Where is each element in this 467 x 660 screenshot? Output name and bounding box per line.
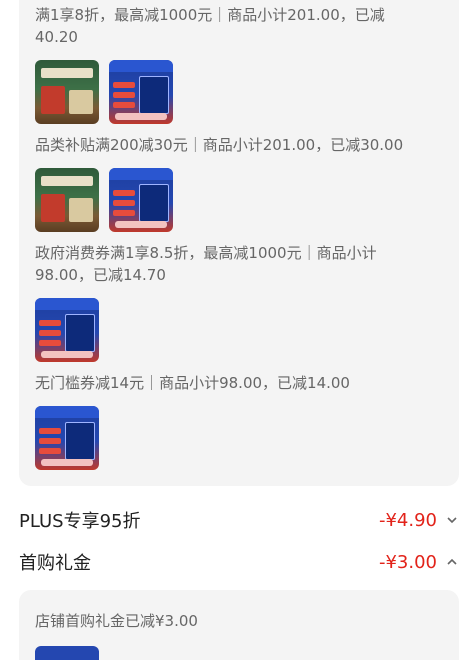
product-thumbnail-book[interactable]: [35, 646, 99, 660]
chevron-down-icon[interactable]: [445, 513, 459, 527]
product-thumbnail-gift-box[interactable]: [35, 60, 99, 124]
product-thumbnail-book[interactable]: [109, 60, 173, 124]
chevron-up-icon[interactable]: [445, 555, 459, 569]
promotion-group-3: 政府消费券满1享8.5折，最高减1000元｜商品小计 98.00，已减14.70: [35, 242, 377, 362]
first-gift-detail-text: 店铺首购礼金已减¥3.00: [35, 612, 198, 630]
first-gift-label: 首购礼金: [19, 553, 91, 574]
promotion-desc-line1: 品类补贴满200减30元｜商品小计201.00，已减30.00: [35, 136, 404, 154]
product-thumbnail-book[interactable]: [35, 406, 99, 470]
plus-discount-row[interactable]: PLUS专享95折 -¥4.90: [19, 506, 459, 534]
plus-discount-value: -¥4.90: [378, 509, 437, 531]
promotion-group-4: 无门槛券减14元｜商品小计98.00，已减14.00: [35, 372, 350, 470]
promotion-group-1: 满1享8折，最高减1000元｜商品小计201.00，已减 40.20: [35, 4, 385, 124]
promotion-desc-line1: 满1享8折，最高减1000元｜商品小计201.00，已减: [35, 6, 385, 24]
promotion-desc-line2: 40.20: [35, 28, 78, 46]
plus-discount-label: PLUS专享95折: [19, 511, 141, 532]
product-thumbnail-gift-box[interactable]: [35, 168, 99, 232]
product-thumbnail-book[interactable]: [109, 168, 173, 232]
product-thumbnail-book[interactable]: [35, 298, 99, 362]
promotion-desc-line1: 无门槛券减14元｜商品小计98.00，已减14.00: [35, 374, 350, 392]
first-gift-value: -¥3.00: [378, 551, 437, 573]
first-gift-row[interactable]: 首购礼金 -¥3.00: [19, 548, 459, 576]
promotion-desc-line1: 政府消费券满1享8.5折，最高减1000元｜商品小计: [35, 244, 377, 262]
promotion-desc-line2: 98.00，已减14.70: [35, 266, 166, 284]
promotion-group-2: 品类补贴满200减30元｜商品小计201.00，已减30.00: [35, 134, 403, 232]
